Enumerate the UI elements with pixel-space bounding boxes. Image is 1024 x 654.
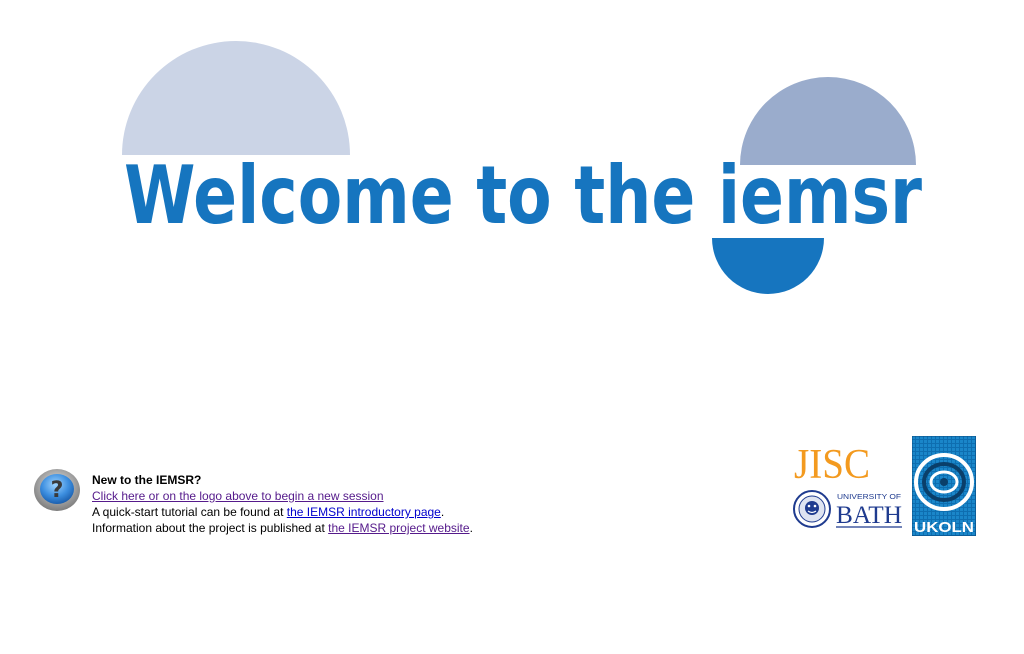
bath-university-of-text: UNIVERSITY OF (837, 494, 901, 501)
project-website-link[interactable]: the IEMSR project website (328, 521, 469, 535)
welcome-logo: Welcome to the iemsr (122, 41, 922, 294)
jisc-logo-text: JISC (794, 442, 870, 484)
university-of-bath-logo: UNIVERSITY OF BATH (793, 490, 905, 530)
welcome-logo-link[interactable]: Welcome to the iemsr (110, 30, 940, 305)
project-prefix: Information about the project is publish… (92, 521, 329, 535)
tutorial-suffix: . (440, 505, 445, 519)
ukoln-logo: UKOLN (911, 435, 977, 537)
project-suffix: . (469, 521, 473, 535)
project-line: Information about the project is publish… (92, 520, 473, 536)
svg-text:?: ? (51, 478, 64, 503)
ukoln-logo-text: UKOLN (914, 519, 974, 536)
logo-bottom-half-circle (712, 238, 824, 294)
help-text-block: New to the IEMSR? Click here or on the l… (92, 472, 473, 536)
introductory-page-link[interactable]: the IEMSR introductory page (287, 505, 441, 519)
jisc-logo: JISC (794, 440, 874, 488)
tutorial-prefix: A quick-start tutorial can be found at (92, 505, 287, 519)
welcome-heading: Welcome to the iemsr (124, 149, 922, 242)
help-question-icon: ? (33, 467, 81, 513)
bath-name-text: BATH (836, 502, 902, 529)
logo-left-half-circle (122, 41, 350, 155)
tutorial-line: A quick-start tutorial can be found at t… (92, 504, 473, 520)
help-heading: New to the IEMSR? (92, 473, 202, 487)
new-session-link[interactable]: Click here or on the logo above to begin… (92, 489, 384, 503)
